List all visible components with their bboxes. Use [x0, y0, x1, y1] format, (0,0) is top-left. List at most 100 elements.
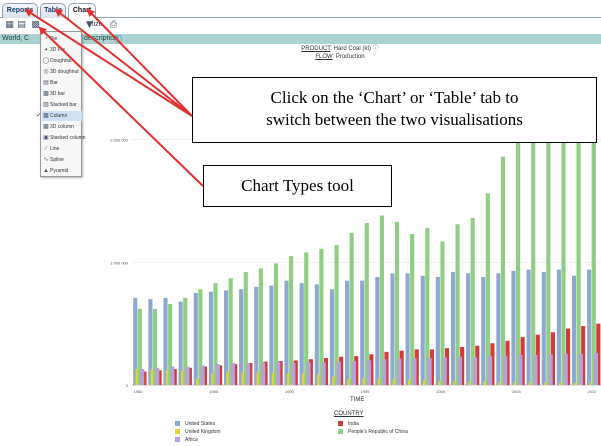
legend-swatch	[338, 421, 343, 426]
bar-united-states-2000[interactable]	[435, 276, 440, 385]
legend-swatch	[175, 429, 180, 434]
bar-united-states-1990[interactable]	[284, 280, 289, 385]
bar-united-states-2004[interactable]	[496, 273, 501, 385]
bar-africa-2000[interactable]	[442, 357, 447, 385]
bar-africa-2007[interactable]	[548, 354, 553, 385]
bar-africa-1999[interactable]	[427, 358, 432, 385]
bar-united-states-1999[interactable]	[420, 275, 425, 385]
bar-united-states-2007[interactable]	[541, 272, 546, 385]
bar-united-states-2001[interactable]	[450, 272, 456, 385]
bar-africa-1995[interactable]	[367, 360, 372, 385]
bar-united-states-2002[interactable]	[466, 273, 471, 385]
bar-africa-1984[interactable]	[200, 365, 205, 385]
legend-label: Africa	[185, 437, 198, 443]
bar-africa-1985[interactable]	[215, 364, 220, 385]
bar-people-s-republic-of-china-2006[interactable]	[531, 139, 536, 385]
y-tick-label: 1 000 000	[110, 260, 129, 265]
bar-africa-2009[interactable]	[578, 353, 583, 385]
bar-africa-1990[interactable]	[291, 362, 296, 385]
bar-africa-2001[interactable]	[457, 356, 462, 385]
bar-united-states-1991[interactable]	[299, 283, 304, 385]
menu-item-3d-bar[interactable]: ▩3D bar	[42, 89, 82, 99]
menu-item-pie[interactable]: ◔ Pie	[42, 34, 82, 44]
bar-people-s-republic-of-china-2009[interactable]	[576, 139, 581, 385]
bar-people-s-republic-of-china-2010[interactable]	[591, 139, 596, 385]
bar-africa-2010[interactable]	[593, 353, 599, 385]
bar-icon: ▤	[43, 80, 49, 86]
bar-united-states-1986[interactable]	[223, 290, 229, 385]
legend-label: India	[348, 421, 359, 427]
bar-africa-2002[interactable]	[472, 357, 478, 385]
bar-united-states-2006[interactable]	[526, 269, 531, 385]
y-tick-label: 2 000 000	[110, 138, 129, 143]
bar-united-states-1985[interactable]	[208, 291, 213, 385]
bar-africa-1991[interactable]	[306, 362, 311, 385]
legend-item-united-kingdom[interactable]: United Kingdom	[175, 429, 221, 435]
bar-africa-1989[interactable]	[276, 362, 281, 385]
bar-africa-1992[interactable]	[321, 362, 326, 385]
bar-africa-1983[interactable]	[185, 366, 190, 385]
bar-people-s-republic-of-china-2004[interactable]	[500, 156, 506, 385]
bar-united-states-2003[interactable]	[481, 276, 486, 385]
menu-item-column[interactable]: ✓ ▩Column	[36, 111, 82, 121]
menu-item-3d-pie[interactable]: ◕ 3D Pie	[42, 45, 82, 55]
bar-africa-1993[interactable]	[336, 361, 341, 385]
bar-united-states-1992[interactable]	[314, 284, 319, 385]
bar-united-states-1984[interactable]	[193, 292, 198, 385]
bar-united-states-2010[interactable]	[587, 269, 592, 385]
bar-people-s-republic-of-china-2005[interactable]	[516, 139, 521, 385]
bar-africa-1997[interactable]	[397, 358, 402, 385]
bar-people-s-republic-of-china-2007[interactable]	[546, 139, 551, 385]
bar-africa-1981[interactable]	[155, 367, 160, 385]
bar-africa-2005[interactable]	[518, 354, 523, 385]
bar-united-states-1993[interactable]	[329, 289, 335, 385]
bar-united-states-1994[interactable]	[345, 280, 350, 385]
menu-item-3d-column[interactable]: ▩3D column	[42, 122, 82, 132]
bar-united-states-2005[interactable]	[511, 270, 516, 385]
bar-people-s-republic-of-china-2008[interactable]	[561, 139, 566, 385]
stacked-column-icon: ▣	[43, 135, 49, 141]
legend-swatch	[175, 437, 180, 442]
doughnut-icon: ◯	[42, 58, 50, 64]
menu-item-bar[interactable]: ▤Bar	[42, 78, 82, 88]
bar-africa-2006[interactable]	[533, 354, 538, 385]
legend-item-india[interactable]: India	[338, 421, 359, 427]
legend-item-china[interactable]: People's Republic of China	[338, 429, 408, 435]
menu-item-label: Stacked bar	[50, 102, 77, 108]
bar-africa-2008[interactable]	[563, 353, 568, 385]
legend-item-united-states[interactable]: United States	[175, 421, 215, 427]
bar-united-states-1996[interactable]	[375, 276, 380, 385]
menu-item-3d-doughnut[interactable]: ◎3D doughnut	[42, 67, 82, 77]
legend-label: People's Republic of China	[348, 429, 408, 435]
bar-united-states-1987[interactable]	[239, 289, 244, 385]
bar-united-states-1997[interactable]	[390, 273, 395, 385]
menu-item-line[interactable]: ∕ Line	[42, 144, 82, 154]
menu-item-label: 3D column	[50, 124, 74, 130]
menu-item-spline[interactable]: ∿Spline	[42, 155, 82, 165]
bar-africa-1982[interactable]	[170, 366, 175, 385]
bar-africa-1980[interactable]	[140, 369, 145, 385]
bar-united-states-2009[interactable]	[571, 275, 577, 385]
menu-item-stacked-bar[interactable]: ▧Stacked bar	[42, 100, 82, 110]
menu-item-label: 3D Pie	[50, 47, 66, 53]
legend-item-africa[interactable]: Africa	[175, 437, 198, 443]
bar-africa-1998[interactable]	[412, 358, 417, 385]
bar-united-states-1995[interactable]	[360, 280, 365, 385]
bar-united-states-1988[interactable]	[254, 286, 259, 385]
bar-africa-1988[interactable]	[261, 362, 266, 385]
bar-africa-1994[interactable]	[351, 361, 357, 385]
menu-item-pyramid[interactable]: ▲Pyramid	[42, 166, 82, 176]
bar-united-states-1989[interactable]	[269, 285, 274, 385]
menu-item-label: Stacked column	[50, 135, 86, 141]
menu-item-label: Spline	[50, 157, 64, 163]
menu-item-stacked-column[interactable]: ▣Stacked column	[42, 133, 85, 143]
bar-united-states-1998[interactable]	[405, 273, 410, 385]
menu-item-doughnut[interactable]: ◯Doughnut	[42, 56, 82, 66]
bar-africa-1996[interactable]	[382, 359, 387, 385]
bar-africa-2004[interactable]	[503, 355, 508, 385]
pyramid-icon: ▲	[43, 168, 49, 174]
bar-africa-1986[interactable]	[230, 362, 235, 385]
bar-africa-2003[interactable]	[488, 356, 493, 385]
bar-africa-1987[interactable]	[245, 362, 251, 385]
bar-united-states-2008[interactable]	[556, 269, 561, 385]
